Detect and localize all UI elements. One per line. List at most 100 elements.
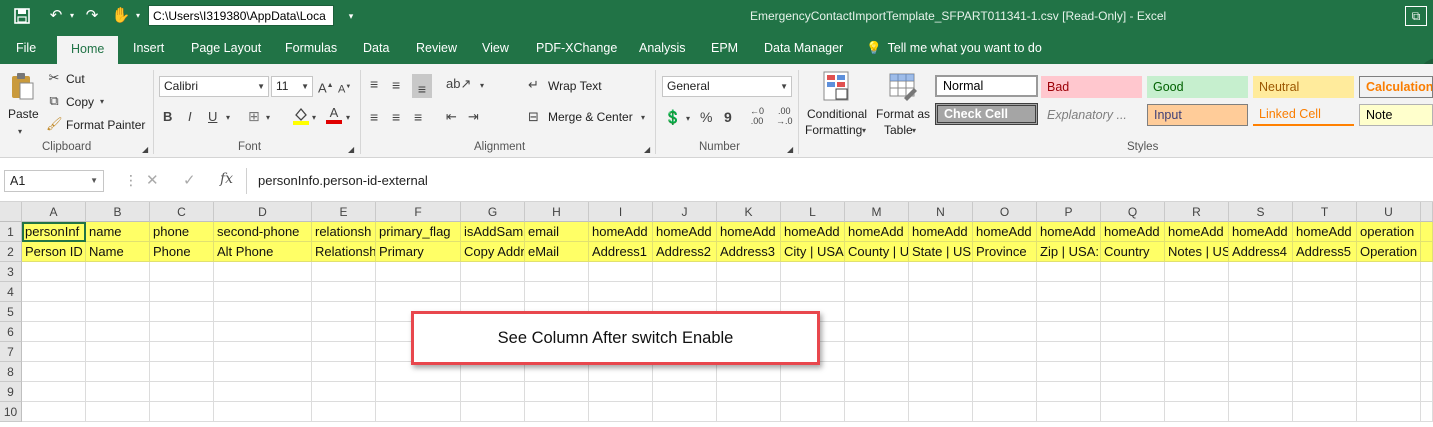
file-path-box[interactable]: C:\Users\I319380\AppData\Loca <box>148 5 334 26</box>
cell-l10[interactable] <box>781 402 845 422</box>
column-header-u[interactable]: U <box>1357 202 1421 222</box>
undo-icon[interactable]: ↶ <box>44 6 68 26</box>
column-header-a[interactable]: A <box>22 202 86 222</box>
accounting-format-icon[interactable]: 💲 <box>664 109 681 125</box>
align-center-icon[interactable]: ≡ <box>392 109 400 125</box>
cell-p6[interactable] <box>1037 322 1101 342</box>
cell-c5[interactable] <box>150 302 214 322</box>
cell-b4[interactable] <box>86 282 150 302</box>
cell-h2[interactable]: eMail <box>525 242 589 262</box>
cell-n4[interactable] <box>909 282 973 302</box>
column-header-t[interactable]: T <box>1293 202 1357 222</box>
cell-h10[interactable] <box>525 402 589 422</box>
undo-dropdown-icon[interactable]: ▾ <box>68 6 76 26</box>
cell-t9[interactable] <box>1293 382 1357 402</box>
column-header-j[interactable]: J <box>653 202 717 222</box>
cell-b9[interactable] <box>86 382 150 402</box>
row-header-6[interactable]: 6 <box>0 322 22 342</box>
style-bad[interactable]: Bad <box>1041 76 1142 98</box>
cell-h8[interactable] <box>525 362 589 382</box>
style-input[interactable]: Input <box>1147 104 1248 126</box>
column-header-h[interactable]: H <box>525 202 589 222</box>
cell-s10[interactable] <box>1229 402 1293 422</box>
cell-d3[interactable] <box>214 262 312 282</box>
cell-a2[interactable]: Person ID <box>22 242 86 262</box>
cell-b7[interactable] <box>86 342 150 362</box>
cell-e4[interactable] <box>312 282 376 302</box>
format-table-dropdown-icon[interactable]: ▾ <box>912 123 916 139</box>
cell-e6[interactable] <box>312 322 376 342</box>
cell-n10[interactable] <box>909 402 973 422</box>
wrap-text-button[interactable]: Wrap Text <box>548 78 602 94</box>
cell-u1[interactable]: operation <box>1357 222 1421 242</box>
cell-b3[interactable] <box>86 262 150 282</box>
cell-s6[interactable] <box>1229 322 1293 342</box>
cell-overflow-4[interactable] <box>1421 282 1433 302</box>
decrease-decimal-icon[interactable]: .00 →.0 <box>776 106 793 126</box>
cell-g9[interactable] <box>461 382 525 402</box>
cell-q4[interactable] <box>1101 282 1165 302</box>
cell-b5[interactable] <box>86 302 150 322</box>
cell-m6[interactable] <box>845 322 909 342</box>
tab-data-manager[interactable]: Data Manager <box>764 32 843 64</box>
cell-c7[interactable] <box>150 342 214 362</box>
cell-f3[interactable] <box>376 262 461 282</box>
cell-o1[interactable]: homeAdd <box>973 222 1037 242</box>
cell-o9[interactable] <box>973 382 1037 402</box>
cell-o2[interactable]: Province <box>973 242 1037 262</box>
formula-bar-grip-icon[interactable]: ⋮ <box>124 172 138 188</box>
cell-l8[interactable] <box>781 362 845 382</box>
cell-a10[interactable] <box>22 402 86 422</box>
cell-e10[interactable] <box>312 402 376 422</box>
restore-button[interactable]: ⧉ <box>1405 6 1427 26</box>
cell-f4[interactable] <box>376 282 461 302</box>
cell-i10[interactable] <box>589 402 653 422</box>
fill-color-icon[interactable] <box>292 106 310 130</box>
cell-m5[interactable] <box>845 302 909 322</box>
cell-l4[interactable] <box>781 282 845 302</box>
format-as-table-line2[interactable]: Table <box>884 122 913 138</box>
cell-h9[interactable] <box>525 382 589 402</box>
cell-o3[interactable] <box>973 262 1037 282</box>
cell-c1[interactable]: phone <box>150 222 214 242</box>
cell-p2[interactable]: Zip | USA: <box>1037 242 1101 262</box>
tab-insert[interactable]: Insert <box>133 32 164 64</box>
cell-u6[interactable] <box>1357 322 1421 342</box>
cell-a6[interactable] <box>22 322 86 342</box>
cell-j4[interactable] <box>653 282 717 302</box>
cancel-icon[interactable]: ✕ <box>146 171 159 189</box>
insert-function-button[interactable]: fx <box>220 171 233 187</box>
touch-mode-icon[interactable]: ✋ <box>110 6 132 26</box>
cell-p8[interactable] <box>1037 362 1101 382</box>
comma-style-button[interactable]: 9 <box>724 109 732 125</box>
cell-l3[interactable] <box>781 262 845 282</box>
cell-s9[interactable] <box>1229 382 1293 402</box>
font-color-dropdown-icon[interactable]: ▾ <box>346 110 350 126</box>
tab-file[interactable]: File <box>16 32 36 64</box>
cell-overflow-10[interactable] <box>1421 402 1433 422</box>
cell-t2[interactable]: Address5 <box>1293 242 1357 262</box>
cell-c10[interactable] <box>150 402 214 422</box>
cell-s7[interactable] <box>1229 342 1293 362</box>
cell-a7[interactable] <box>22 342 86 362</box>
cell-g3[interactable] <box>461 262 525 282</box>
cell-s5[interactable] <box>1229 302 1293 322</box>
cell-r3[interactable] <box>1165 262 1229 282</box>
number-launcher-icon[interactable]: ◢ <box>787 142 793 158</box>
cell-c6[interactable] <box>150 322 214 342</box>
cell-n2[interactable]: State | US <box>909 242 973 262</box>
conditional-formatting-icon[interactable] <box>822 70 850 102</box>
column-header-e[interactable]: E <box>312 202 376 222</box>
cell-p4[interactable] <box>1037 282 1101 302</box>
style-explanatory[interactable]: Explanatory ... <box>1041 104 1142 126</box>
row-header-2[interactable]: 2 <box>0 242 22 262</box>
tab-pdf-xchange[interactable]: PDF-XChange <box>536 32 617 64</box>
merge-center-button[interactable]: Merge & Center <box>548 109 633 125</box>
cell-f9[interactable] <box>376 382 461 402</box>
cell-g8[interactable] <box>461 362 525 382</box>
cell-q10[interactable] <box>1101 402 1165 422</box>
style-linked-cell[interactable]: Linked Cell <box>1253 104 1354 126</box>
align-middle-icon[interactable]: ≡ <box>392 77 400 93</box>
cell-e9[interactable] <box>312 382 376 402</box>
cell-t3[interactable] <box>1293 262 1357 282</box>
